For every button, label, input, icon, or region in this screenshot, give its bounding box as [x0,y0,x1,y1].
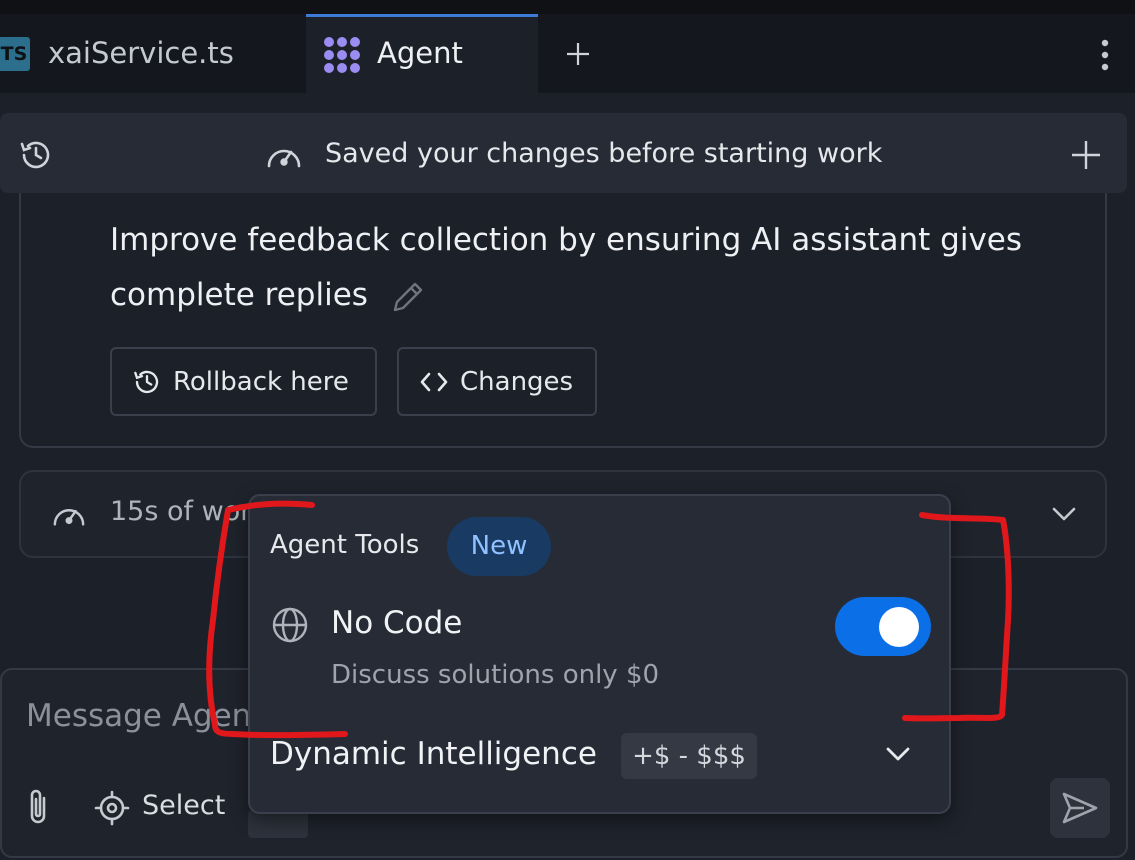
no-code-description: Discuss solutions only $0 [331,660,660,690]
banner-text: Saved your changes before starting work [325,138,883,169]
changes-button[interactable]: Changes [397,347,597,416]
globe-icon [270,605,310,645]
kebab-menu-icon[interactable] [1094,38,1116,72]
agent-tools-title: Agent Tools [270,530,420,560]
select-button-label[interactable]: Select [142,790,225,821]
gauge-icon [49,498,89,530]
changes-label: Changes [460,367,574,397]
tab-file-label: xaiService.ts [48,36,234,70]
no-code-label: No Code [331,605,463,641]
toggle-knob [879,607,919,647]
chevron-down-icon[interactable] [1048,498,1080,530]
chevron-down-icon[interactable] [882,738,914,770]
pencil-icon[interactable] [389,278,427,316]
agent-icon [321,34,363,76]
rollback-here-button[interactable]: Rollback here [110,347,377,416]
plus-icon[interactable] [1069,138,1103,172]
new-tab-plus-icon[interactable] [563,39,593,69]
code-brackets-icon [419,367,449,397]
gauge-icon [264,138,304,172]
tools-button[interactable] [248,810,308,838]
tab-agent-label: Agent [377,36,463,70]
typescript-file-icon: TS [0,37,30,71]
send-icon [1060,788,1100,828]
cost-chip: +$ - $$$ [621,733,757,779]
paperclip-icon[interactable] [20,786,56,828]
target-icon[interactable] [94,790,130,826]
new-badge: New [447,517,551,576]
history-icon [132,367,162,397]
history-icon[interactable] [18,137,54,173]
rollback-here-label: Rollback here [173,367,349,397]
message-text-line-2: complete replies [110,277,368,313]
message-text-line-1: Improve feedback collection by ensuring … [110,222,1023,258]
dynamic-intelligence-label[interactable]: Dynamic Intelligence [270,736,597,772]
window-top-strip [0,0,1135,14]
work-duration-text: 15s of wor [110,496,252,527]
message-input[interactable]: Message Agen [26,698,251,734]
